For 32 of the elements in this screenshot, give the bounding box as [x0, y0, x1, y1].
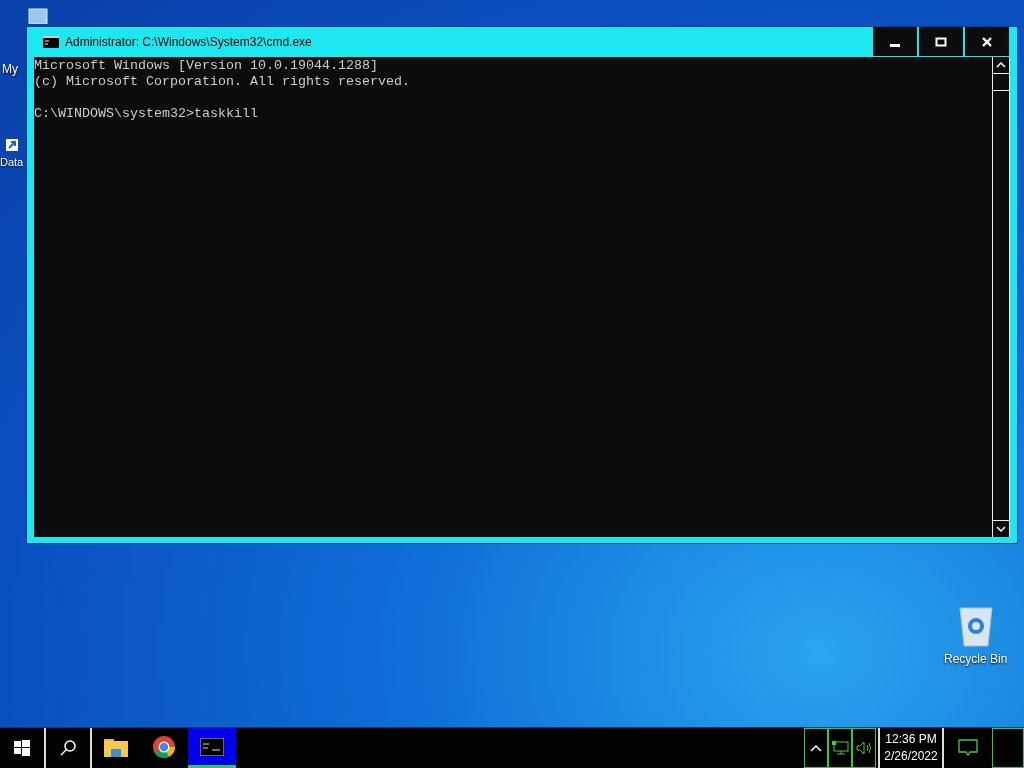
console-icon	[200, 737, 224, 756]
maximize-button[interactable]	[919, 27, 963, 56]
windows-logo-icon	[14, 740, 30, 756]
window-title: Administrator: C:\Windows\System32\cmd.exe	[65, 35, 312, 49]
console-app-button[interactable]	[188, 728, 236, 768]
show-hidden-icons-button[interactable]	[804, 728, 828, 768]
caret-up-icon	[996, 62, 1006, 68]
network-icon	[831, 740, 849, 756]
minimize-button[interactable]	[873, 27, 917, 56]
network-button[interactable]	[828, 728, 852, 768]
search-icon	[59, 739, 77, 757]
close-button[interactable]	[965, 27, 1009, 56]
maximize-icon	[935, 35, 947, 48]
message-icon	[958, 739, 978, 757]
console-line: Microsoft Windows [Version 10.0.19044.1288]	[34, 58, 379, 74]
minimize-icon	[890, 44, 900, 47]
icon-label: My	[2, 62, 18, 76]
clock[interactable]: 12:36 PM 2/26/2022	[878, 728, 944, 768]
volume-icon	[855, 740, 873, 756]
caret-up-icon	[810, 744, 822, 752]
caret-down-icon	[996, 526, 1006, 532]
console-icon	[43, 36, 59, 48]
console-line: (c) Microsoft Corporation. All rights reserved.	[34, 74, 411, 90]
volume-button[interactable]	[852, 728, 876, 768]
icon-label: Recycle Bin	[944, 652, 1008, 666]
folder-icon	[104, 736, 128, 757]
browser-icon	[152, 734, 176, 759]
command-prompt: C:\WINDOWS\system32>taskkill	[34, 106, 259, 122]
icon-label: Data	[0, 156, 24, 168]
close-icon	[981, 35, 993, 48]
show-desktop-button[interactable]	[992, 728, 1024, 768]
scrollbar[interactable]	[992, 57, 1010, 537]
